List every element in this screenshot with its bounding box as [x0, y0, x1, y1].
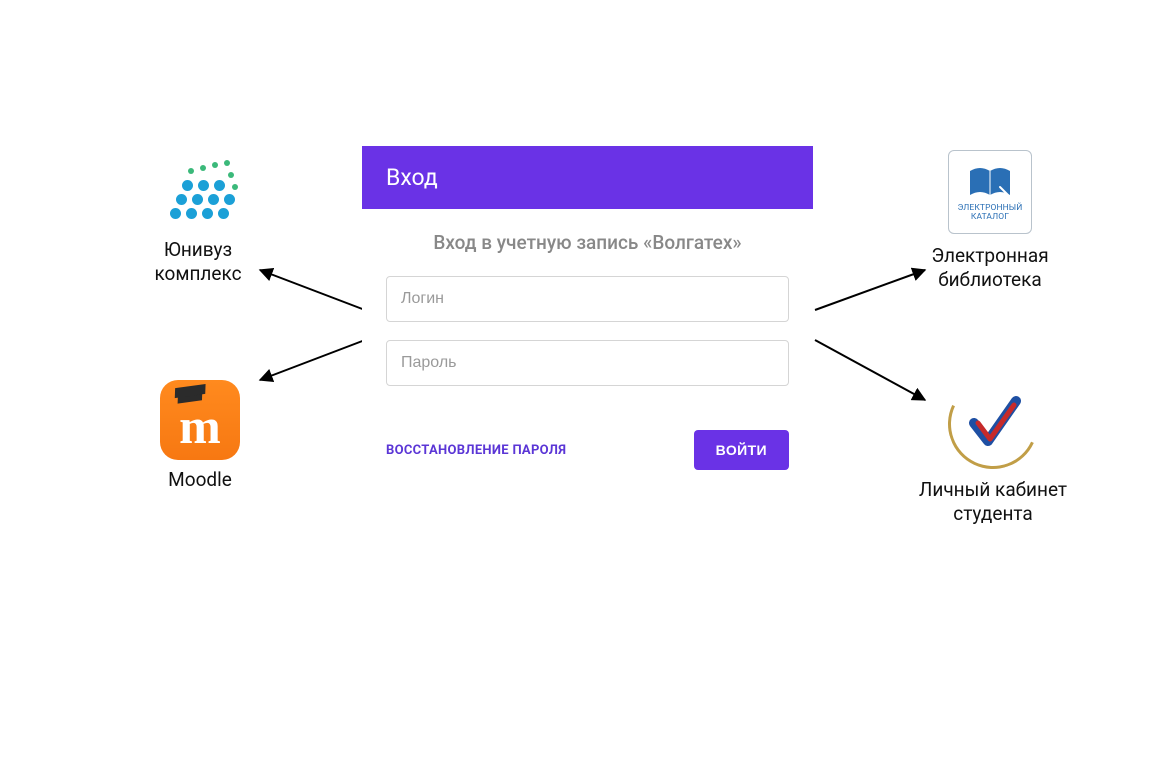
- catalog-caption-line2: КАТАЛОГ: [971, 212, 1009, 222]
- satellite-moodle[interactable]: m Moodle: [140, 380, 260, 492]
- volgatech-emblem-icon: [947, 378, 1039, 470]
- login-header: Вход: [362, 146, 813, 209]
- satellite-univuz[interactable]: Юнивуз комплекс: [118, 150, 278, 286]
- satellite-library[interactable]: ЭЛЕКТРОННЫЙ КАТАЛОГ Электронная библиоте…: [920, 148, 1060, 292]
- login-body: Вход в учетную запись «Волгатех» ВОССТАН…: [362, 209, 813, 488]
- univuz-label: Юнивуз комплекс: [154, 238, 241, 286]
- login-button[interactable]: ВОЙТИ: [694, 430, 789, 470]
- login-actions: ВОССТАНОВЛЕНИЕ ПАРОЛЯ ВОЙТИ: [386, 430, 789, 470]
- catalog-icon: ЭЛЕКТРОННЫЙ КАТАЛОГ: [946, 148, 1034, 236]
- univuz-icon: [158, 150, 238, 230]
- login-card: Вход Вход в учетную запись «Волгатех» ВО…: [362, 146, 813, 488]
- satellite-student-cabinet[interactable]: Личный кабинет студента: [908, 378, 1078, 526]
- cabinet-label: Личный кабинет студента: [919, 478, 1067, 526]
- moodle-icon: m: [160, 380, 240, 460]
- arrow-to-library: [815, 270, 925, 310]
- diagram-canvas: Вход Вход в учетную запись «Волгатех» ВО…: [0, 0, 1176, 768]
- moodle-label: Moodle: [168, 468, 232, 492]
- arrow-to-moodle: [260, 340, 365, 380]
- login-subtitle: Вход в учетную запись «Волгатех»: [386, 231, 789, 254]
- library-label: Электронная библиотека: [931, 244, 1048, 292]
- login-input[interactable]: [386, 276, 789, 322]
- login-header-text: Вход: [386, 164, 438, 191]
- password-input[interactable]: [386, 340, 789, 386]
- recover-password-link[interactable]: ВОССТАНОВЛЕНИЕ ПАРОЛЯ: [386, 443, 566, 458]
